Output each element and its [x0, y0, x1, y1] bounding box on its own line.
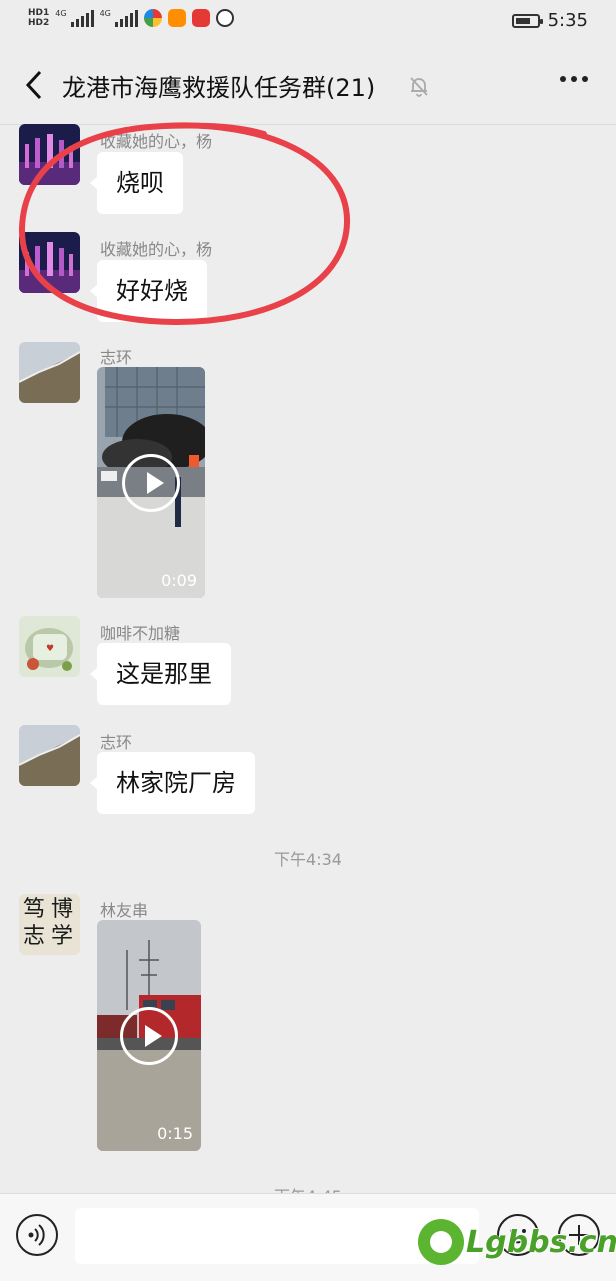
chat-header: 龙港市海鹰救援队任务群(21) — [0, 46, 616, 125]
sim-indicators: HD1 HD2 — [28, 8, 49, 28]
video-app-icon — [167, 9, 186, 27]
play-icon — [120, 1006, 178, 1065]
avatar-char: 志 — [23, 924, 46, 949]
sender-name: 志环 — [100, 348, 133, 367]
avatar[interactable] — [19, 232, 80, 293]
chat-title: 龙港市海鹰救援队任务群(21) — [62, 74, 376, 102]
play-icon — [122, 453, 180, 512]
avatar[interactable] — [19, 124, 80, 185]
sender-name: 咖啡不加糖 — [100, 624, 181, 643]
status-bar: HD1 HD2 4G 4G 5:35 — [0, 0, 616, 46]
signal-icon: 4G — [100, 9, 138, 27]
avatar-char: 博 — [51, 897, 74, 922]
avatar[interactable] — [19, 342, 80, 403]
more-horizontal-icon — [560, 76, 566, 82]
sim2-label: HD2 — [28, 18, 50, 28]
video-duration: 0:15 — [157, 1124, 193, 1143]
message-bubble[interactable]: 林家院厂房 — [90, 752, 255, 814]
network-type-label: 4G — [99, 9, 111, 18]
sender-name: 林友串 — [100, 901, 149, 920]
app-notification-icon — [143, 9, 162, 27]
video-message[interactable]: 0:09 — [97, 367, 205, 598]
shield-app-icon — [215, 9, 234, 27]
watermark-logo-icon — [418, 1219, 464, 1265]
message-bubble[interactable]: 好好烧 — [90, 260, 207, 322]
watermark-text: Lgbbs.cn — [466, 1224, 616, 1260]
sender-name: 收藏她的心，杨 — [100, 240, 213, 259]
clock: 5:35 — [547, 10, 588, 31]
more-options-button[interactable] — [560, 76, 588, 82]
message-bubble[interactable]: 烧呗 — [90, 152, 183, 214]
avatar[interactable]: ♥ — [19, 616, 80, 677]
message-app-icon — [191, 9, 210, 27]
avatar-char: 学 — [51, 924, 74, 949]
svg-text:♥: ♥ — [46, 644, 54, 654]
avatar[interactable] — [19, 725, 80, 786]
network-type-label: 4G — [55, 9, 67, 18]
signal-icon: 4G — [55, 9, 94, 27]
bell-off-icon — [410, 77, 428, 97]
video-message[interactable]: 0:15 — [97, 920, 201, 1151]
sender-name: 志环 — [100, 733, 133, 752]
avatar[interactable]: 笃博 志学 — [19, 894, 80, 955]
message-bubble[interactable]: 这是那里 — [90, 643, 231, 705]
voice-button[interactable] — [16, 1214, 58, 1256]
avatar-char: 笃 — [23, 897, 46, 922]
chevron-left-icon[interactable] — [20, 68, 50, 102]
sim1-label: HD1 — [28, 8, 50, 18]
sender-name: 收藏她的心，杨 — [100, 132, 213, 151]
video-duration: 0:09 — [161, 571, 197, 590]
chat-timestamp: 下午4:34 — [274, 850, 342, 869]
site-watermark: Lgbbs.cn — [418, 1212, 616, 1272]
battery-icon — [511, 13, 543, 28]
voice-icon — [28, 1224, 45, 1246]
